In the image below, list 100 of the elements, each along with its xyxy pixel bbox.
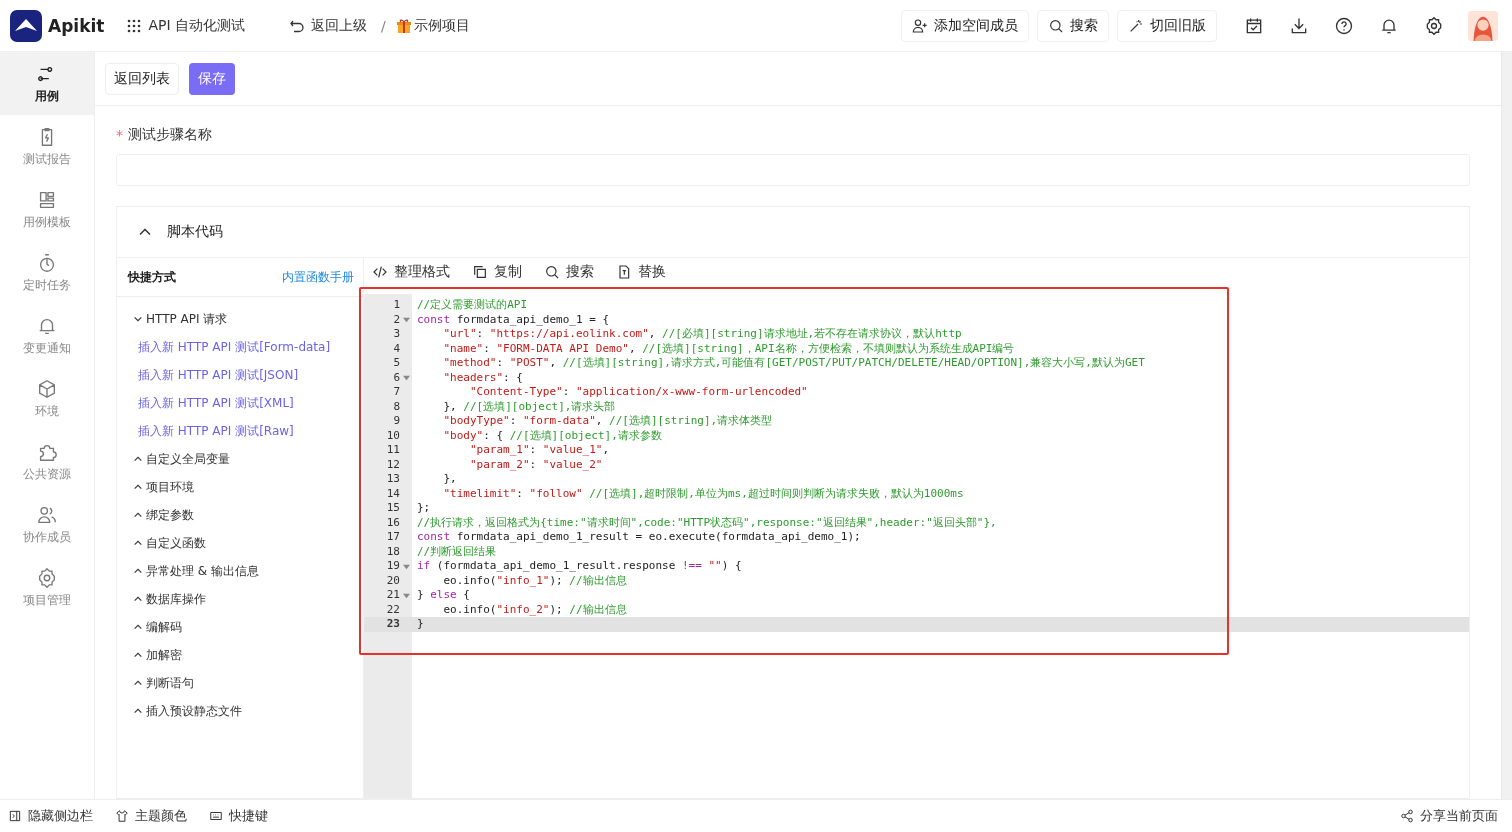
document-icon <box>616 264 632 280</box>
chevron-icon <box>133 594 143 604</box>
code-line: "param_2": "value_2" <box>468 457 604 472</box>
insert-snippet-item[interactable]: 插入新 HTTP API 测试[Form-data] <box>117 333 363 361</box>
code-line: }; <box>416 501 432 516</box>
line-number: 20 <box>385 573 400 588</box>
line-number: 23 <box>385 617 400 632</box>
help-icon[interactable] <box>1334 15 1354 36</box>
workspace-button[interactable]: API 自动化测试 <box>120 12 252 39</box>
line-number: 10 <box>385 428 400 443</box>
footer-button[interactable]: 主题颜色 <box>115 807 187 825</box>
sidebar-item[interactable]: 测试报告 <box>0 115 94 178</box>
code-line: "timelimit": "follow" //[选填],超时限制,单位为ms,超过时间则判断为请求失败，默认为1000ms <box>442 486 965 501</box>
code-line: }, <box>442 472 458 487</box>
code-line: "method": "POST", //[选填][string],请求方式,可能值有[GET/POST/PUT/PATCH/DELETE/HEAD/OPTION],兼容大小写,默认为GET <box>442 356 1146 371</box>
copy-icon <box>472 264 488 280</box>
logo-icon <box>10 9 42 42</box>
search-icon <box>1048 17 1064 34</box>
avatar-icon[interactable] <box>1468 10 1498 41</box>
chevron-icon <box>133 538 143 548</box>
code-line: "name": "FORM-DATA API Demo", //[选填][string]，API名称，方便检索，不填则默认为系统生成API编号 <box>442 341 1016 356</box>
code-line: "url": "https://api.eolink.com", //[必填][string]请求地址,若不存在请求协议，默认http <box>442 327 963 342</box>
settings-icon[interactable] <box>1424 15 1444 36</box>
shirt-icon <box>115 809 129 823</box>
tree-group[interactable]: 自定义函数 <box>117 529 363 557</box>
tree-group[interactable]: 异常处理 & 输出信息 <box>117 557 363 585</box>
footer-button[interactable]: 隐藏侧边栏 <box>8 807 93 825</box>
manual-link[interactable]: 内置函数手册 <box>282 269 354 285</box>
fold-caret-icon[interactable] <box>402 316 410 324</box>
code-line: }, //[选填][object],请求头部 <box>442 399 617 414</box>
save-button[interactable]: 保存 <box>189 62 235 95</box>
chevron-icon <box>133 566 143 576</box>
chevron-icon <box>133 314 143 324</box>
editor-tool-button[interactable]: 替换 <box>616 263 666 281</box>
code-line: "body": { //[选填][object],请求参数 <box>442 428 663 443</box>
code-editor[interactable] <box>364 294 1469 798</box>
gift-icon <box>395 17 412 34</box>
project-link[interactable]: 示例项目 <box>393 12 476 39</box>
insert-snippet-item[interactable]: 插入新 HTTP API 测试[XML] <box>117 389 363 417</box>
line-number: 17 <box>385 530 400 545</box>
sidebar-item[interactable]: 用例 <box>0 52 94 115</box>
footer-button[interactable]: 快捷键 <box>209 807 268 825</box>
tree-group[interactable]: 插入预设静态文件 <box>117 697 363 725</box>
header-action-button[interactable]: 搜索 <box>1037 9 1109 42</box>
magic-wand-icon <box>1128 17 1144 34</box>
line-number: 11 <box>385 443 400 458</box>
code-line: eo.info("info_1"); //输出信息 <box>442 573 628 588</box>
sidebar-item[interactable]: 公共资源 <box>0 430 94 493</box>
editor-tool-button[interactable]: 整理格式 <box>372 263 450 281</box>
tree-group[interactable]: 加解密 <box>117 641 363 669</box>
back-up-button[interactable]: 返回上级 <box>283 12 374 39</box>
sidebar-item[interactable]: 用例模板 <box>0 178 94 241</box>
sidebar-item[interactable]: 协作成员 <box>0 493 94 556</box>
sidebar-icon <box>36 566 58 589</box>
code-line: } <box>416 617 425 632</box>
code-line: //判断返回结果 <box>416 544 498 559</box>
line-number: 7 <box>392 385 400 400</box>
line-number: 9 <box>392 414 400 429</box>
chevron-icon <box>133 650 143 660</box>
header-action-button[interactable]: 切回旧版 <box>1117 9 1217 42</box>
tree-group[interactable]: 项目环境 <box>117 473 363 501</box>
insert-snippet-item[interactable]: 插入新 HTTP API 测试[JSON] <box>117 361 363 389</box>
editor-tool-button[interactable]: 搜索 <box>544 263 594 281</box>
tree-group[interactable]: 编解码 <box>117 613 363 641</box>
line-number: 13 <box>385 472 400 487</box>
fold-caret-icon[interactable] <box>402 374 410 382</box>
search-icon <box>544 264 560 280</box>
sidebar-item[interactable]: 定时任务 <box>0 241 94 304</box>
line-number: 22 <box>385 602 400 617</box>
grid-icon <box>126 17 143 34</box>
tree-group[interactable]: 绑定参数 <box>117 501 363 529</box>
line-number: 19 <box>385 559 400 574</box>
sidebar-toggle-icon <box>8 809 22 823</box>
code-line: "bodyType": "form-data", //[选填][string],请求体类型 <box>442 414 774 429</box>
sidebar-item[interactable]: 变更通知 <box>0 304 94 367</box>
line-number: 6 <box>392 370 400 385</box>
tree-group[interactable]: 自定义全局变量 <box>117 445 363 473</box>
header-action-button[interactable]: 添加空间成员 <box>901 9 1029 42</box>
editor-tool-button[interactable]: 复制 <box>472 263 522 281</box>
line-number: 12 <box>385 457 400 472</box>
share-page-button[interactable]: 分享当前页面 <box>1400 807 1498 825</box>
chevron-icon <box>133 622 143 632</box>
code-line: //执行请求，返回格式为{time:"请求时间",code:"HTTP状态码",response:"返回结果",header:"返回头部"}, <box>416 515 998 530</box>
back-to-list-button[interactable]: 返回列表 <box>105 62 179 95</box>
section-title: 脚本代码 <box>167 223 223 241</box>
line-number: 8 <box>392 399 400 414</box>
add-user-icon <box>912 17 928 34</box>
tree-group[interactable]: 判断语句 <box>117 669 363 697</box>
fold-caret-icon[interactable] <box>402 562 410 570</box>
sidebar-item[interactable]: 项目管理 <box>0 556 94 619</box>
tree-group[interactable]: 数据库操作 <box>117 585 363 613</box>
fold-caret-icon[interactable] <box>402 591 410 599</box>
code-line: "param_1": "value_1", <box>468 443 611 458</box>
sidebar-item[interactable]: 环境 <box>0 367 94 430</box>
line-number: 5 <box>392 356 400 371</box>
sidebar-icon <box>36 377 58 400</box>
chevron-icon <box>133 510 143 520</box>
line-number: 1 <box>392 298 400 313</box>
insert-snippet-item[interactable]: 插入新 HTTP API 测试[Raw] <box>117 417 363 445</box>
tree-group[interactable]: HTTP API 请求 <box>117 305 363 333</box>
